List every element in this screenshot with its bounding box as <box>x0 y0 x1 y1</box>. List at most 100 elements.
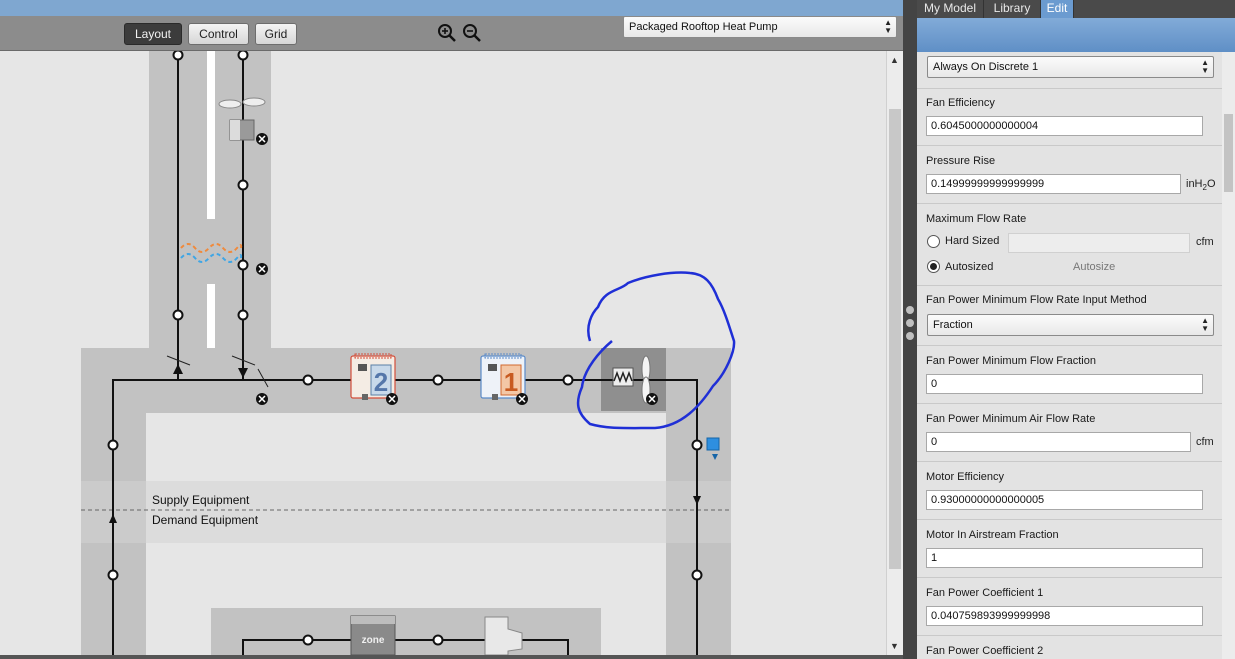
max-flow-hard-sized-input[interactable] <box>1008 233 1190 253</box>
hard-sized-radio[interactable] <box>927 235 940 248</box>
oa-band-gap-bottom <box>207 284 215 351</box>
field-separator <box>917 577 1222 578</box>
autosized-radio[interactable] <box>927 260 940 273</box>
tab-library[interactable]: Library <box>984 0 1041 18</box>
availability-schedule-select[interactable]: Always On Discrete 1 ▲ ▼ <box>927 56 1214 78</box>
node <box>302 374 314 386</box>
autosized-label: Autosized <box>945 261 994 273</box>
node <box>237 51 249 61</box>
layout-button[interactable]: Layout <box>124 23 182 45</box>
motor-efficiency-input[interactable]: 0.93000000000000005 <box>926 490 1203 510</box>
max-flow-label: Maximum Flow Rate <box>926 213 1027 225</box>
node <box>432 634 444 646</box>
coil2-number: 2 <box>374 367 388 397</box>
heating-coil-1-icon: 1 <box>480 353 526 400</box>
fan-efficiency-input[interactable]: 0.6045000000000004 <box>926 116 1203 136</box>
min-flow-method-label: Fan Power Minimum Flow Rate Input Method <box>926 294 1147 306</box>
field-separator <box>917 285 1222 286</box>
node <box>107 569 119 581</box>
node <box>562 374 574 386</box>
zoom-in-icon[interactable] <box>437 23 457 43</box>
min-flow-method-select[interactable]: Fraction ▲ ▼ <box>927 314 1214 336</box>
heating-coil-2-icon: 2 <box>350 353 396 400</box>
field-separator <box>917 635 1222 636</box>
min-flow-fraction-input[interactable]: 0 <box>926 374 1203 394</box>
pressure-rise-unit: inH2O <box>1186 178 1216 192</box>
splitter-grip-icon <box>906 306 914 314</box>
zone-label: zone <box>362 635 385 646</box>
pressure-rise-label: Pressure Rise <box>926 155 996 167</box>
control-button[interactable]: Control <box>188 23 249 45</box>
node <box>237 259 249 271</box>
min-air-flow-input[interactable]: 0 <box>926 432 1191 452</box>
remove-icon <box>646 393 658 405</box>
node <box>691 569 703 581</box>
zone-icon: zone <box>350 615 396 655</box>
motor-in-airstream-label: Motor In Airstream Fraction <box>926 529 1059 541</box>
autosize-placeholder: Autosize <box>1073 261 1116 273</box>
field-separator <box>917 403 1222 404</box>
window-top-strip <box>0 0 903 16</box>
edit-panel: My Model Library Edit Always On Discrete… <box>917 0 1235 659</box>
scrollbar-thumb[interactable] <box>1224 114 1233 192</box>
node <box>172 309 184 321</box>
bottom-border <box>0 655 903 659</box>
remove-icon <box>256 263 268 275</box>
panel-tabs: My Model Library Edit <box>917 0 1235 18</box>
remove-icon <box>386 393 398 405</box>
unit-tail: O <box>1206 178 1216 190</box>
node <box>237 309 249 321</box>
air-loop-select-value: Packaged Rooftop Heat Pump <box>629 21 778 33</box>
loop-diagram: 2 1 zone <box>81 51 736 655</box>
field-separator <box>917 88 1222 89</box>
grid-button[interactable]: Grid <box>255 23 297 45</box>
demand-equipment-label: Demand Equipment <box>152 513 259 527</box>
air-loop-select[interactable]: Packaged Rooftop Heat Pump ▲ ▼ <box>623 16 897 38</box>
panel-splitter[interactable] <box>903 0 917 659</box>
splitter-grip-icon <box>906 319 914 327</box>
field-separator <box>917 145 1222 146</box>
select-arrows-icon: ▲ ▼ <box>1201 316 1209 333</box>
min-air-flow-label: Fan Power Minimum Air Flow Rate <box>926 413 1096 425</box>
tab-edit[interactable]: Edit <box>1041 0 1074 18</box>
select-arrows-icon: ▲ ▼ <box>884 18 892 35</box>
field-separator <box>917 203 1222 204</box>
splitter-grip-icon <box>906 332 914 340</box>
oa-band-gap-top <box>207 51 215 219</box>
field-separator <box>917 519 1222 520</box>
coil1-number: 1 <box>504 367 518 397</box>
hvac-canvas[interactable]: 2 1 zone Supply Equipment Demand Equipme… <box>0 51 886 655</box>
motor-in-airstream-input[interactable]: 1 <box>926 548 1203 568</box>
availability-schedule-value: Always On Discrete 1 <box>933 61 1039 73</box>
supply-equipment-label: Supply Equipment <box>152 493 250 507</box>
pressure-rise-input[interactable]: 0.14999999999999999 <box>926 174 1181 194</box>
hard-sized-label: Hard Sized <box>945 235 1000 247</box>
divider-band <box>81 481 731 543</box>
unit-base: inH <box>1186 178 1203 190</box>
node <box>237 179 249 191</box>
zone-band <box>211 608 601 655</box>
node <box>691 439 703 451</box>
canvas-vertical-scrollbar[interactable]: ▲ ▼ <box>886 51 903 655</box>
remove-icon <box>516 393 528 405</box>
node <box>172 51 184 61</box>
coef2-label: Fan Power Coefficient 2 <box>926 645 1044 657</box>
min-flow-fraction-label: Fan Power Minimum Flow Fraction <box>926 355 1096 367</box>
tab-my-model[interactable]: My Model <box>917 0 984 18</box>
node <box>107 439 119 451</box>
scroll-up-icon[interactable]: ▲ <box>890 55 899 65</box>
panel-vertical-scrollbar[interactable] <box>1222 52 1235 659</box>
motor-efficiency-label: Motor Efficiency <box>926 471 1005 483</box>
canvas-toolbar: Layout Control Grid Packaged Rooftop Hea… <box>0 16 903 51</box>
select-arrows-icon: ▲ ▼ <box>1201 58 1209 75</box>
coef1-input[interactable]: 0.040759893999999998 <box>926 606 1203 626</box>
panel-header-bar <box>917 18 1235 52</box>
coef1-label: Fan Power Coefficient 1 <box>926 587 1044 599</box>
scroll-down-icon[interactable]: ▼ <box>890 641 899 651</box>
remove-icon <box>256 133 268 145</box>
min-air-flow-unit: cfm <box>1196 436 1214 448</box>
zoom-out-icon[interactable] <box>462 23 482 43</box>
node <box>432 374 444 386</box>
scrollbar-thumb[interactable] <box>889 109 901 569</box>
fan-efficiency-label: Fan Efficiency <box>926 97 995 109</box>
